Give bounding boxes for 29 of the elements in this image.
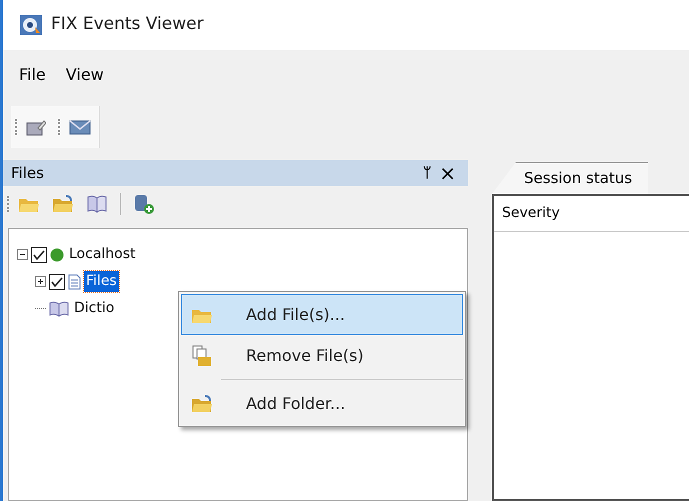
document-icon <box>68 274 81 290</box>
menu-item[interactable]: Add Folder... <box>181 383 463 424</box>
tree-item[interactable]: Dictio <box>72 298 116 319</box>
envelope-icon <box>69 118 91 136</box>
column-header: Severity <box>501 204 561 223</box>
tab[interactable]: Session status <box>492 162 648 194</box>
edit-table-icon <box>26 118 46 136</box>
window-title: FIX Events Viewer <box>51 13 204 36</box>
documents-folder-icon <box>191 344 213 366</box>
checkbox[interactable] <box>49 274 65 290</box>
folder-arrow-icon <box>52 194 74 214</box>
collapse-toggle[interactable] <box>17 249 28 260</box>
tree-item[interactable]: Localhost <box>67 244 138 265</box>
pin-button[interactable]: ᛘ <box>419 162 436 184</box>
panel-title: Files <box>11 162 45 184</box>
database-add-icon <box>133 193 155 215</box>
book-icon <box>86 194 108 214</box>
tree-item[interactable]: Files <box>84 271 119 292</box>
status-dot-icon <box>50 248 64 262</box>
expand-toggle[interactable] <box>35 276 46 287</box>
app-icon <box>19 13 43 37</box>
folder-arrow-icon <box>191 394 213 414</box>
menu-item[interactable]: View <box>58 63 112 87</box>
menu-item[interactable]: Add File(s)... <box>181 294 463 335</box>
close-button[interactable]: × <box>435 163 460 183</box>
book-icon <box>49 300 69 316</box>
menu-item[interactable]: File <box>11 63 54 87</box>
checkbox[interactable] <box>31 246 47 262</box>
menu-item[interactable]: Remove File(s) <box>181 335 463 376</box>
